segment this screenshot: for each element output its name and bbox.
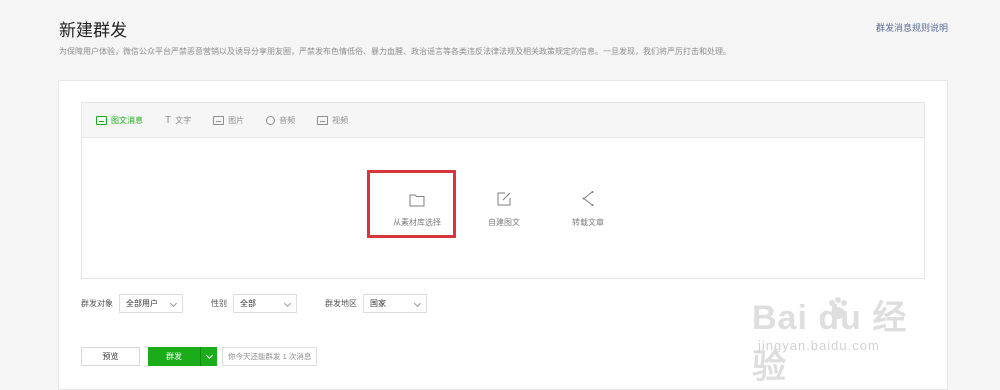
target-label: 群发对象 <box>81 299 113 308</box>
gender-label: 性别 <box>211 299 227 308</box>
tab-label: 视频 <box>332 115 349 125</box>
content-choices: 从素材库选择 自建图文 转载文章 <box>82 137 924 278</box>
page-title: 新建群发 <box>59 21 127 40</box>
message-type-tabs: 图文消息 T 文字 图片 音频 视频 <box>82 103 924 138</box>
send-quota-text: 你今天还能群发 1 次消息 <box>222 347 318 366</box>
send-label: 群发 <box>166 352 182 361</box>
tab-label: 音频 <box>279 115 296 125</box>
tab-label: 图片 <box>228 115 245 125</box>
preview-button[interactable]: 预览 <box>81 347 140 366</box>
gender-select[interactable]: 全部 <box>233 294 297 313</box>
tab-label: 文字 <box>175 115 192 125</box>
send-filters: 群发对象 全部用户 性别 全部 群发地区 国家 <box>81 294 427 313</box>
video-icon <box>317 115 329 125</box>
send-dropdown-toggle[interactable] <box>200 347 217 366</box>
target-value: 全部用户 <box>126 299 158 308</box>
choice-label: 自建图文 <box>488 218 520 227</box>
policy-notice: 为保障用户体验，微信公众平台严禁恶意营销以及诱导分享朋友圈，严禁发布色情低俗、暴… <box>59 47 731 56</box>
send-button[interactable]: 群发 <box>148 347 217 366</box>
tab-label: 图文消息 <box>111 115 143 125</box>
rules-link[interactable]: 群发消息规则说明 <box>876 21 948 34</box>
create-news-button[interactable]: 自建图文 <box>464 191 544 228</box>
tab-image[interactable]: 图片 <box>213 115 244 126</box>
audio-icon <box>266 115 276 125</box>
text-icon: T <box>165 114 172 126</box>
tab-audio[interactable]: 音频 <box>266 115 295 126</box>
message-editor: 图文消息 T 文字 图片 音频 视频 从素材库选择 自建图文 转载文章 <box>81 102 925 279</box>
send-actions: 预览 群发 你今天还能群发 1 次消息 <box>81 347 318 366</box>
share-icon <box>582 191 594 206</box>
tab-text[interactable]: T 文字 <box>165 115 191 126</box>
news-icon <box>96 115 107 125</box>
image-icon <box>213 115 225 125</box>
chevron-down-icon <box>205 351 213 360</box>
tab-news[interactable]: 图文消息 <box>96 115 143 126</box>
region-value: 国家 <box>370 299 386 308</box>
choice-label: 转载文章 <box>572 218 604 227</box>
chevron-down-icon <box>413 299 422 308</box>
baidu-watermark: Bai du 经验 jingyan.baidu.com <box>752 290 942 386</box>
edit-icon <box>497 192 511 206</box>
region-label: 群发地区 <box>325 299 357 308</box>
chevron-down-icon <box>283 299 292 308</box>
target-select[interactable]: 全部用户 <box>119 294 183 313</box>
repost-article-button[interactable]: 转载文章 <box>548 190 628 228</box>
highlight-box <box>367 170 456 238</box>
watermark-sub: jingyan.baidu.com <box>758 338 880 353</box>
tab-video[interactable]: 视频 <box>317 115 348 126</box>
paw-icon <box>829 297 847 319</box>
region-select[interactable]: 国家 <box>363 294 427 313</box>
gender-value: 全部 <box>240 299 256 308</box>
chevron-down-icon <box>169 299 178 308</box>
